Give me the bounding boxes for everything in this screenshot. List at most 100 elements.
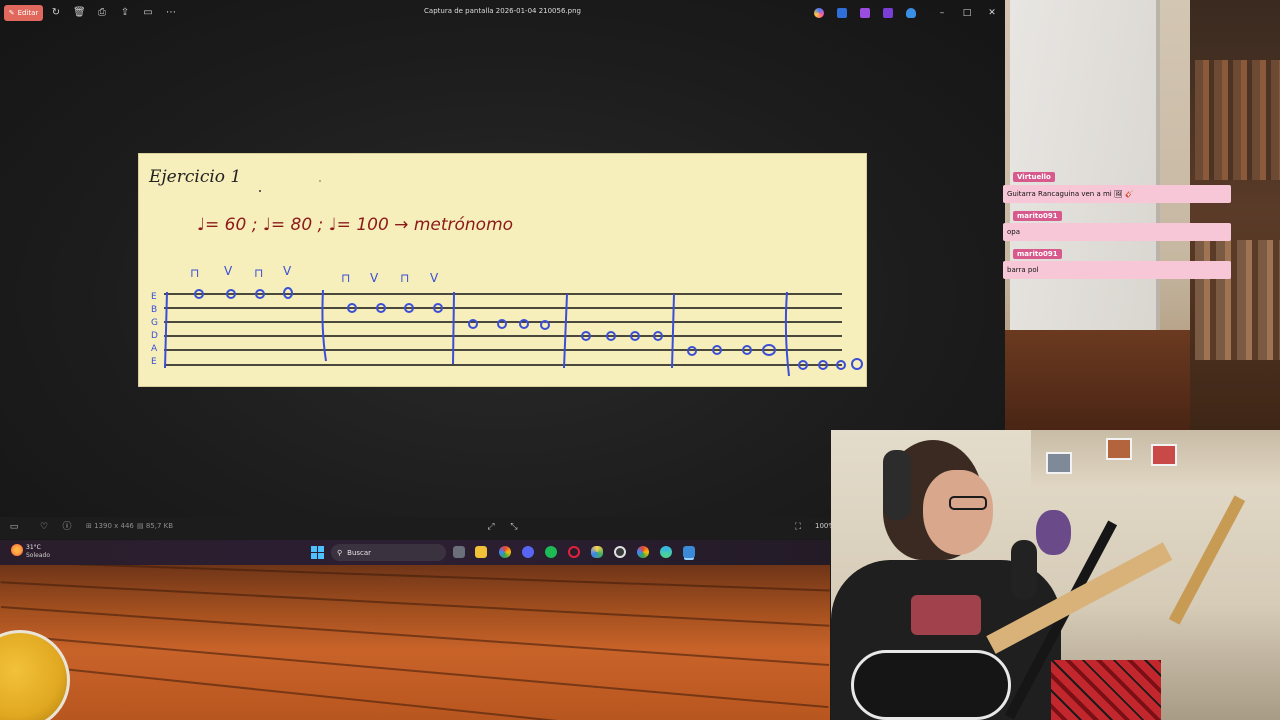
maps-icon[interactable]	[591, 546, 603, 558]
chat-message: opa	[1003, 223, 1231, 241]
notes	[194, 287, 863, 370]
actual-size-icon[interactable]: ⤡	[508, 521, 520, 533]
window-title: Captura de pantalla 2026-01-04 210056.pn…	[424, 7, 581, 15]
file-icon: ▤	[137, 522, 146, 530]
bar-lines	[164, 289, 790, 377]
photos-icon[interactable]	[683, 546, 695, 558]
downstroke-mark: ⊓	[400, 271, 409, 285]
drum-graphic	[0, 630, 70, 720]
opera-icon[interactable]	[568, 546, 580, 558]
file-explorer-icon[interactable]	[475, 546, 487, 558]
search-label: Buscar	[347, 548, 372, 557]
note	[851, 358, 863, 370]
bar-line	[671, 293, 675, 369]
designer-icon[interactable]	[837, 8, 847, 18]
wall-photo	[1106, 438, 1132, 460]
string-label: D	[151, 331, 158, 341]
bass-guitar	[1168, 495, 1246, 625]
search-icon: ⚲	[337, 548, 343, 557]
start-tile	[318, 546, 324, 552]
file-size: ▤ 85,7 KB	[137, 522, 173, 530]
print-icon[interactable]: ⎙	[96, 7, 108, 19]
guitar-body	[851, 650, 1011, 720]
shirt-print	[911, 595, 981, 635]
start-button[interactable]	[311, 546, 324, 559]
tablature-image: Ejercicio 1 ♩= 60 ; ♩= 80 ; ♩= 100 → met…	[138, 153, 867, 387]
spotify-icon[interactable]	[545, 546, 557, 558]
room-floor	[1005, 330, 1190, 430]
filmstrip-icon[interactable]: ▭	[8, 521, 20, 533]
taskbar-search[interactable]: ⚲ Buscar	[331, 544, 446, 561]
upstroke-mark: V	[430, 271, 439, 285]
rotate-icon[interactable]: ↻	[50, 7, 62, 19]
floor-board-line	[0, 606, 830, 666]
slideshow-icon[interactable]: ▭	[142, 7, 154, 19]
bar-line	[452, 291, 455, 365]
delete-icon[interactable]: 🗑	[73, 7, 86, 19]
dimensions-value: 1390 x 446	[94, 522, 134, 530]
exercise-heading: Ejercicio 1	[148, 167, 241, 187]
clipchamp-icon[interactable]	[860, 8, 870, 18]
upstroke-mark: V	[370, 271, 379, 285]
start-tile	[318, 553, 324, 559]
chat-username: marito091	[1013, 249, 1062, 259]
picking-marks: ⊓ V ⊓ V ⊓ V ⊓ V	[190, 264, 439, 285]
wall-photo	[1151, 444, 1177, 466]
wall-photo	[1046, 452, 1072, 474]
favorite-icon[interactable]: ♡	[38, 521, 50, 533]
minimize-icon[interactable]: –	[935, 6, 949, 20]
dimensions-icon: ⊞	[86, 522, 95, 530]
share-icon[interactable]: ⇪	[119, 7, 131, 19]
start-tile	[311, 553, 317, 559]
string-label: E	[151, 292, 157, 302]
close-icon[interactable]: ✕	[985, 6, 999, 20]
edge-icon[interactable]	[660, 546, 672, 558]
copilot-icon[interactable]	[814, 8, 824, 18]
weather-description[interactable]: Soleado	[26, 552, 50, 559]
chrome-profile-icon[interactable]	[637, 546, 649, 558]
edit-button-label: Editar	[17, 9, 39, 17]
floor-board-line	[0, 581, 830, 627]
onenote-icon[interactable]	[883, 8, 893, 18]
pencil-icon: ✎	[8, 9, 15, 17]
maximize-icon[interactable]: □	[960, 6, 974, 20]
chat-message: Guitarra Rancaguina ven a mi 🖼 🎸	[1003, 185, 1231, 203]
string-label: G	[151, 318, 158, 328]
filesize-value: 85,7 KB	[145, 522, 174, 530]
books-row	[1195, 60, 1280, 180]
bar-line	[784, 291, 790, 377]
chat-username: Virtuello	[1013, 172, 1055, 182]
downstroke-mark: ⊓	[190, 266, 199, 280]
fullscreen-icon[interactable]: ⛶	[792, 521, 804, 533]
edit-button[interactable]: ✎ Editar	[4, 5, 43, 21]
fit-to-window-icon[interactable]: ⤢	[485, 521, 497, 533]
microphone	[1011, 540, 1037, 600]
more-options-icon[interactable]: ⋯	[165, 7, 177, 19]
tablature-drawing: Ejercicio 1 ♩= 60 ; ♩= 80 ; ♩= 100 → met…	[148, 167, 863, 377]
info-icon[interactable]: ⓘ	[61, 521, 73, 533]
title-bar: ✎ Editar ↻ 🗑 ⎙ ⇪ ▭ ⋯ Captura de pantalla…	[0, 0, 1005, 26]
string-label: A	[151, 344, 158, 354]
discord-icon[interactable]	[522, 546, 534, 558]
bar-line	[563, 293, 568, 369]
image-dimensions: ⊞ 1390 x 446	[86, 522, 134, 530]
weather-temperature[interactable]: 31°C	[26, 544, 41, 551]
downstroke-mark: ⊓	[341, 271, 350, 285]
upstroke-mark: V	[224, 264, 233, 278]
upstroke-mark: V	[283, 264, 292, 278]
task-view-icon[interactable]	[453, 546, 465, 558]
ink-dot	[319, 180, 321, 182]
books-row	[1195, 240, 1280, 360]
webcam-feed	[831, 430, 1280, 720]
floor-board-line	[1, 633, 829, 709]
string-label: B	[151, 305, 157, 315]
onedrive-icon[interactable]	[906, 8, 916, 18]
string-label: E	[151, 357, 157, 367]
bar-line	[164, 291, 168, 369]
taskbar: 31°C Soleado ⚲ Buscar	[0, 540, 830, 565]
chat-message: barra pol	[1003, 261, 1231, 279]
obs-icon[interactable]	[614, 546, 626, 558]
plush-toy	[1036, 510, 1071, 555]
chrome-icon[interactable]	[499, 546, 511, 558]
weather-icon[interactable]	[11, 544, 23, 556]
